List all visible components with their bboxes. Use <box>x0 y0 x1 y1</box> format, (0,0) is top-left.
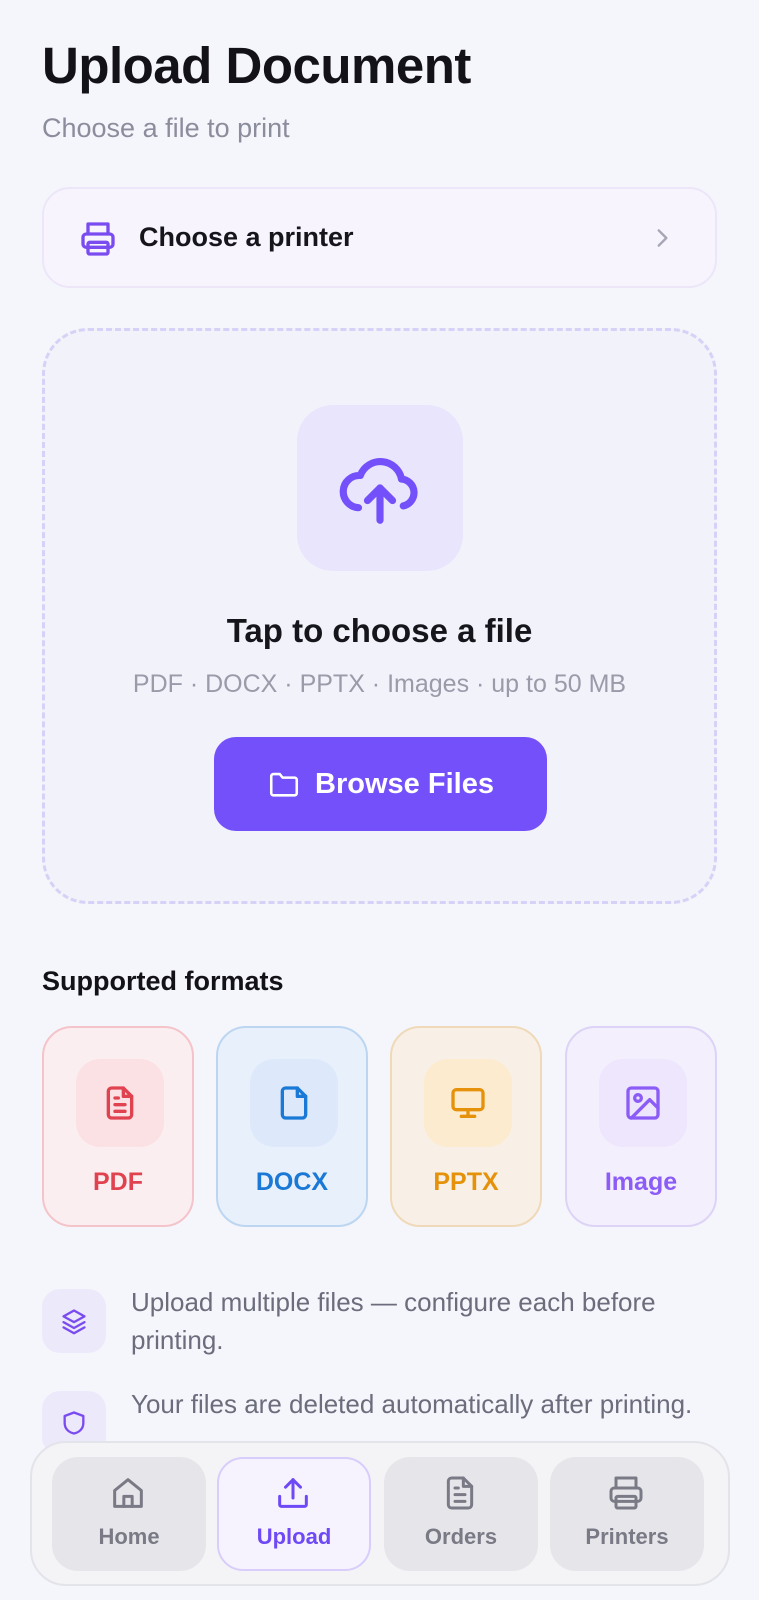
printer-icon <box>609 1476 643 1510</box>
choose-printer-label: Choose a printer <box>139 222 354 252</box>
home-icon <box>113 1478 143 1508</box>
upload-page: Upload Document Choose a file to print C… <box>0 0 759 1600</box>
info-text: Your files are deleted automatically aft… <box>131 1389 693 1419</box>
format-card-pdf[interactable]: PDF <box>42 1026 194 1227</box>
nav-label: Printers <box>585 1524 669 1549</box>
format-card-pptx[interactable]: PPTX <box>390 1026 542 1227</box>
nav-item-upload[interactable]: Upload <box>217 1457 371 1571</box>
format-card-image[interactable]: Image <box>565 1026 717 1227</box>
info-icon-tile <box>42 1289 106 1353</box>
nav-label: Upload <box>256 1524 332 1549</box>
format-label: DOCX <box>255 1168 329 1196</box>
nav-label: Orders <box>424 1524 498 1549</box>
format-icon-tile <box>599 1059 687 1147</box>
format-label: Image <box>604 1168 678 1196</box>
choose-printer-button[interactable]: Choose a printer <box>42 187 717 288</box>
dropzone-hint: PDF · DOCX · PPTX · Images · up to 50 MB <box>132 670 627 698</box>
format-label: PPTX <box>433 1168 499 1196</box>
supported-formats-title: Supported formats <box>42 966 284 996</box>
info-text: Upload multiple files — configure each b… <box>131 1287 656 1355</box>
image-icon <box>626 1086 660 1120</box>
chevron-right-icon <box>657 229 668 247</box>
upload-icon <box>278 1478 308 1508</box>
presentation-icon <box>451 1088 485 1118</box>
doc-file-icon <box>280 1086 308 1120</box>
folder-icon <box>270 772 299 797</box>
nav-item-orders[interactable]: Orders <box>384 1457 538 1571</box>
pdf-file-icon <box>106 1086 134 1120</box>
nav-item-home[interactable]: Home <box>52 1457 206 1571</box>
browse-files-label: Browse Files <box>315 767 494 800</box>
printer-icon <box>81 222 115 256</box>
nav-item-printers[interactable]: Printers <box>550 1457 704 1571</box>
bottom-navigation: Home Upload Orders Printers <box>30 1441 730 1586</box>
dropzone-title: Tap to choose a file <box>226 612 533 649</box>
nav-label: Home <box>98 1524 160 1549</box>
page-subtitle: Choose a file to print <box>42 113 290 143</box>
page-title: Upload Document <box>42 37 471 94</box>
format-icon-tile <box>250 1059 338 1147</box>
format-label: PDF <box>93 1168 143 1196</box>
shield-icon <box>63 1411 85 1435</box>
cloud-upload-icon <box>339 458 418 524</box>
format-card-docx[interactable]: DOCX <box>216 1026 368 1227</box>
format-icon-tile <box>76 1059 164 1147</box>
browse-files-button[interactable]: Browse Files <box>214 737 547 831</box>
layers-icon <box>62 1309 86 1335</box>
orders-icon <box>446 1476 474 1510</box>
format-icon-tile <box>424 1059 512 1147</box>
file-dropzone[interactable]: Tap to choose a file PDF · DOCX · PPTX ·… <box>42 328 717 904</box>
upload-icon-tile <box>297 405 463 571</box>
